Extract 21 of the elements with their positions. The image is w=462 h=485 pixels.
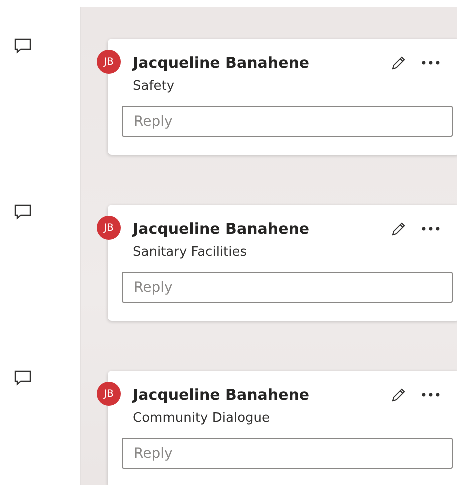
- comment-icon[interactable]: [14, 204, 32, 220]
- more-options-icon[interactable]: [422, 393, 440, 397]
- more-options-icon[interactable]: [422, 61, 440, 65]
- author-name: Jacqueline Banahene: [133, 386, 310, 404]
- avatar: JB: [97, 216, 121, 240]
- avatar: JB: [97, 382, 121, 406]
- author-name: Jacqueline Banahene: [133, 220, 310, 238]
- comment-text: Community Dialogue: [133, 411, 272, 426]
- comment-text: Safety: [133, 79, 176, 94]
- edit-icon[interactable]: [391, 222, 406, 236]
- author-name: Jacqueline Banahene: [133, 54, 310, 72]
- reply-field[interactable]: Reply: [122, 438, 453, 469]
- comment-icon[interactable]: [14, 38, 32, 54]
- comment-text: Sanitary Facilities: [133, 245, 248, 260]
- reply-field[interactable]: Reply: [122, 272, 453, 303]
- edit-icon[interactable]: [391, 56, 406, 70]
- more-options-icon[interactable]: [422, 227, 440, 231]
- avatar: JB: [97, 50, 121, 74]
- reply-field[interactable]: Reply: [122, 106, 453, 137]
- comment-icon[interactable]: [14, 370, 32, 386]
- edit-icon[interactable]: [391, 388, 406, 402]
